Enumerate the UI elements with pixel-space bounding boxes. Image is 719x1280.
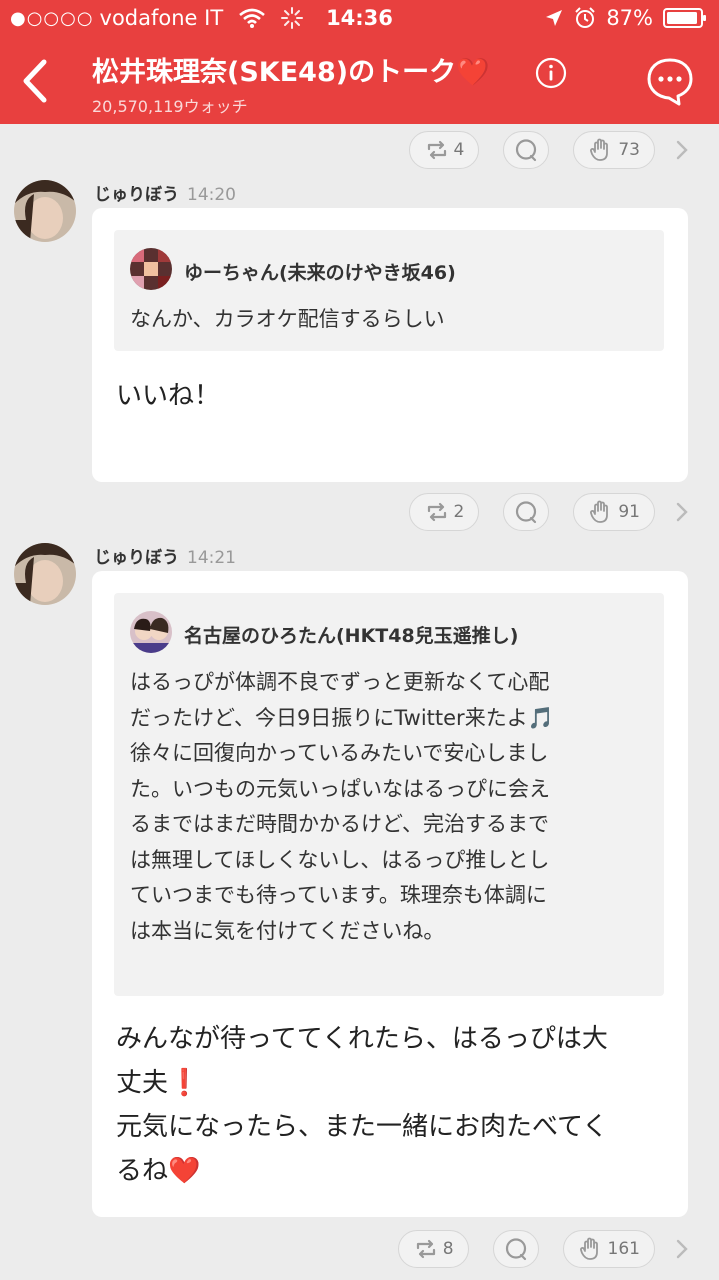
comment-button[interactable] <box>503 131 550 169</box>
comment-icon <box>516 501 537 524</box>
quote-line: だったけど、今日9日振りにTwitter来たよ🎵 <box>130 705 554 730</box>
quote-line: は本当に気を付けてくださいね。 <box>130 918 445 943</box>
like-button[interactable]: 73 <box>573 131 655 169</box>
retweet-button[interactable]: 8 <box>397 1230 469 1268</box>
author-name: じゅりぼう <box>94 548 179 568</box>
chevron-right-icon[interactable] <box>675 139 689 161</box>
alarm-clock-icon <box>575 7 596 28</box>
like-count: 161 <box>607 1239 640 1259</box>
comment-icon <box>505 1238 526 1261</box>
quote-author: 名古屋のひろたん(HKT48兒玉遥推し) <box>184 625 519 647</box>
post-card: ゆーちゃん(未来のけやき坂46) なんか、カラオケ配信するらしい いいね！ <box>92 208 688 482</box>
like-count: 91 <box>618 502 640 522</box>
quote-line: るまではまだ時間かかるけど、完治するまで <box>130 812 549 836</box>
quote-text: なんか、カラオケ配信するらしい <box>130 307 445 331</box>
hand-icon <box>590 138 609 161</box>
post-author: じゅりぼう 14:20 <box>94 180 236 205</box>
app-header: ●○○○○ vodafone IT 14:36 87% 松井珠理奈(SKE48)… <box>0 0 719 124</box>
hand-icon <box>579 1237 598 1260</box>
quoted-message[interactable]: ゆーちゃん(未来のけやき坂46) なんか、カラオケ配信するらしい <box>114 230 664 351</box>
location-arrow-icon <box>546 10 563 26</box>
quoted-message[interactable]: 名古屋のひろたん(HKT48兒玉遥推し) はるっぴが体調不良でずっと更新なくて心… <box>114 593 664 996</box>
avatar[interactable] <box>14 543 76 605</box>
like-button[interactable]: 91 <box>573 493 655 531</box>
chevron-right-icon[interactable] <box>675 501 689 523</box>
quote-line: た。いつもの元気いっぱいなはるっぴに会え <box>130 776 550 801</box>
quote-line: 徐々に回復向かっているみたいで安心しまし <box>130 741 549 765</box>
reply-line: るね❤️ <box>116 1156 201 1186</box>
page-title: 松井珠理奈(SKE48)のトーク❤️ <box>92 57 490 88</box>
retweet-button[interactable]: 4 <box>408 131 480 169</box>
comment-button[interactable] <box>503 493 550 531</box>
post-author: じゅりぼう 14:21 <box>94 543 236 568</box>
reply-line: 元気になったら、また一緒にお肉たべてく <box>116 1112 609 1142</box>
like-button[interactable]: 161 <box>562 1230 655 1268</box>
retweet-icon <box>427 140 446 160</box>
battery-percent: 87% <box>606 6 653 30</box>
reply-text: みんなが待っててくれたら、はるっぴは大 丈夫❗ 元気になったら、また一緒にお肉た… <box>116 1017 676 1193</box>
retweet-icon <box>416 1239 435 1259</box>
quote-text: はるっぴが体調不良でずっと更新なくて心配 だったけど、今日9日振りにTwitte… <box>130 665 650 949</box>
retweet-icon <box>427 502 446 522</box>
chevron-right-icon[interactable] <box>675 1238 689 1260</box>
post-time: 14:21 <box>187 548 236 568</box>
action-row: 8 161 <box>397 1230 689 1268</box>
info-icon[interactable] <box>535 57 567 89</box>
retweet-count: 4 <box>453 140 465 160</box>
retweet-count: 2 <box>453 502 465 522</box>
like-count: 73 <box>618 140 640 160</box>
avatar[interactable] <box>14 180 76 242</box>
quote-line: ていつまでも待っています。珠理奈も体調に <box>130 883 547 907</box>
chat-bubble-icon[interactable] <box>645 56 695 106</box>
reply-line: 丈夫❗ <box>116 1068 201 1098</box>
reply-text: いいね！ <box>116 381 221 411</box>
status-bar: ●○○○○ vodafone IT 14:36 87% <box>0 0 719 36</box>
comment-button[interactable] <box>492 1230 539 1268</box>
reply-line: みんなが待っててくれたら、はるっぴは大 <box>116 1024 608 1054</box>
retweet-button[interactable]: 2 <box>408 493 480 531</box>
action-row: 2 91 <box>408 493 689 531</box>
author-name: じゅりぼう <box>94 185 179 205</box>
retweet-count: 8 <box>442 1239 454 1259</box>
quote-line: はるっぴが体調不良でずっと更新なくて心配 <box>130 670 550 694</box>
comment-icon <box>516 139 537 162</box>
action-row: 4 73 <box>408 131 689 169</box>
battery-icon <box>663 8 706 28</box>
quote-avatar <box>130 611 172 653</box>
post-time: 14:20 <box>187 185 236 205</box>
back-chevron-icon[interactable] <box>16 58 56 104</box>
quote-avatar <box>130 248 172 290</box>
watch-count: 20,570,119ウォッチ <box>92 97 248 116</box>
quote-author: ゆーちゃん(未来のけやき坂46) <box>184 262 456 284</box>
quote-line: は無理してほしくないし、はるっぴ推しとし <box>130 847 550 872</box>
post-card: 名古屋のひろたん(HKT48兒玉遥推し) はるっぴが体調不良でずっと更新なくて心… <box>92 571 688 1217</box>
hand-icon <box>590 500 609 523</box>
